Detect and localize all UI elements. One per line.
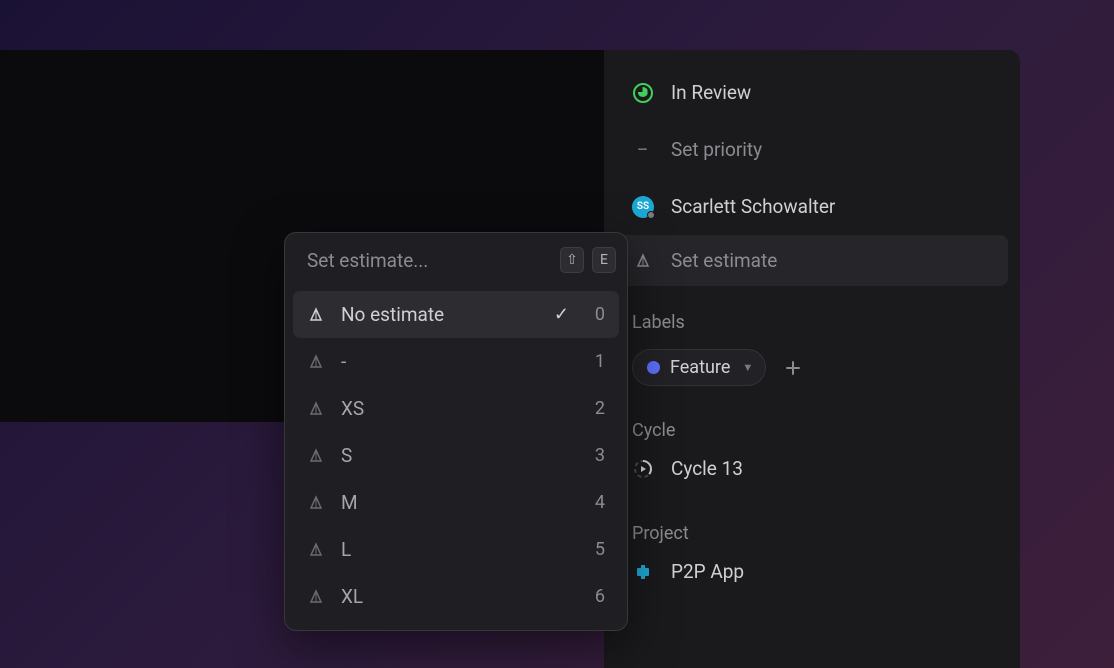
- estimate-icon: [632, 250, 654, 272]
- label-text: Feature: [670, 357, 730, 378]
- priority-icon: ┄: [632, 139, 654, 161]
- estimate-option-label: M: [341, 491, 577, 514]
- labels-row: Feature ▼: [604, 341, 1020, 394]
- project-header: Project: [604, 497, 1020, 552]
- cycle-icon: [632, 458, 654, 480]
- status-label: In Review: [671, 81, 751, 104]
- estimate-weight-icon: [307, 306, 325, 324]
- estimate-option[interactable]: XL 6: [293, 573, 619, 620]
- estimate-search-input[interactable]: [307, 249, 552, 272]
- estimate-option-shortcut: 1: [593, 351, 605, 372]
- labels-header: Labels: [604, 286, 1020, 341]
- estimate-option-shortcut: 0: [593, 304, 605, 325]
- estimate-option[interactable]: M4: [293, 479, 619, 526]
- assignee-name: Scarlett Schowalter: [671, 195, 835, 218]
- estimate-row[interactable]: Set estimate: [616, 235, 1008, 286]
- label-color-dot: [647, 361, 660, 374]
- cycle-header: Cycle: [604, 394, 1020, 449]
- status-row[interactable]: In Review: [604, 64, 1020, 121]
- add-label-button[interactable]: [778, 353, 808, 383]
- estimate-weight-icon: [307, 353, 325, 371]
- project-name: P2P App: [671, 560, 744, 583]
- estimate-option-label: XS: [341, 397, 577, 420]
- estimate-option[interactable]: XS 2: [293, 385, 619, 432]
- label-chip-feature[interactable]: Feature ▼: [632, 349, 766, 386]
- estimate-option-label: S: [341, 444, 577, 467]
- shortcut-key: E: [592, 247, 616, 273]
- shortcut-modifier-key: ⇧: [560, 247, 584, 273]
- estimate-weight-icon: [307, 400, 325, 418]
- presence-dot-icon: [647, 211, 655, 219]
- project-row[interactable]: P2P App: [604, 552, 1020, 600]
- estimate-label: Set estimate: [671, 249, 777, 272]
- estimate-option-shortcut: 6: [593, 586, 605, 607]
- priority-label: Set priority: [671, 138, 762, 161]
- cycle-name: Cycle 13: [671, 457, 743, 480]
- estimate-option-label: No estimate: [341, 303, 538, 326]
- in-review-status-icon: [632, 82, 654, 104]
- estimate-weight-icon: [307, 494, 325, 512]
- assignee-row[interactable]: SS Scarlett Schowalter: [604, 178, 1020, 235]
- estimate-option-shortcut: 4: [593, 492, 605, 513]
- estimate-option[interactable]: -1: [293, 338, 619, 385]
- cycle-row[interactable]: Cycle 13: [604, 449, 1020, 497]
- check-icon: ✓: [554, 304, 569, 325]
- chevron-down-icon: ▼: [742, 361, 753, 374]
- estimate-option-shortcut: 2: [593, 398, 605, 419]
- estimate-weight-icon: [307, 447, 325, 465]
- properties-panel: In Review ┄ Set priority SS Scarlett Sch…: [604, 50, 1020, 668]
- estimate-weight-icon: [307, 541, 325, 559]
- avatar: SS: [632, 196, 654, 218]
- estimate-option-shortcut: 5: [593, 539, 605, 560]
- estimate-option[interactable]: No estimate ✓ 0: [293, 291, 619, 338]
- estimate-option[interactable]: L5: [293, 526, 619, 573]
- estimate-popup: ⇧ E No estimate✓0-1XS2S3M4L5XL6: [284, 232, 628, 631]
- estimate-option-label: -: [341, 350, 577, 373]
- popup-header: ⇧ E: [285, 233, 627, 285]
- estimate-option-label: XL: [341, 585, 577, 608]
- estimate-options-list: No estimate✓0-1XS2S3M4L5XL6: [285, 285, 627, 630]
- estimate-option-shortcut: 3: [593, 445, 605, 466]
- project-icon: [632, 561, 654, 583]
- estimate-option-label: L: [341, 538, 577, 561]
- priority-row[interactable]: ┄ Set priority: [604, 121, 1020, 178]
- estimate-weight-icon: [307, 588, 325, 606]
- estimate-option[interactable]: S3: [293, 432, 619, 479]
- avatar-initials: SS: [637, 201, 649, 212]
